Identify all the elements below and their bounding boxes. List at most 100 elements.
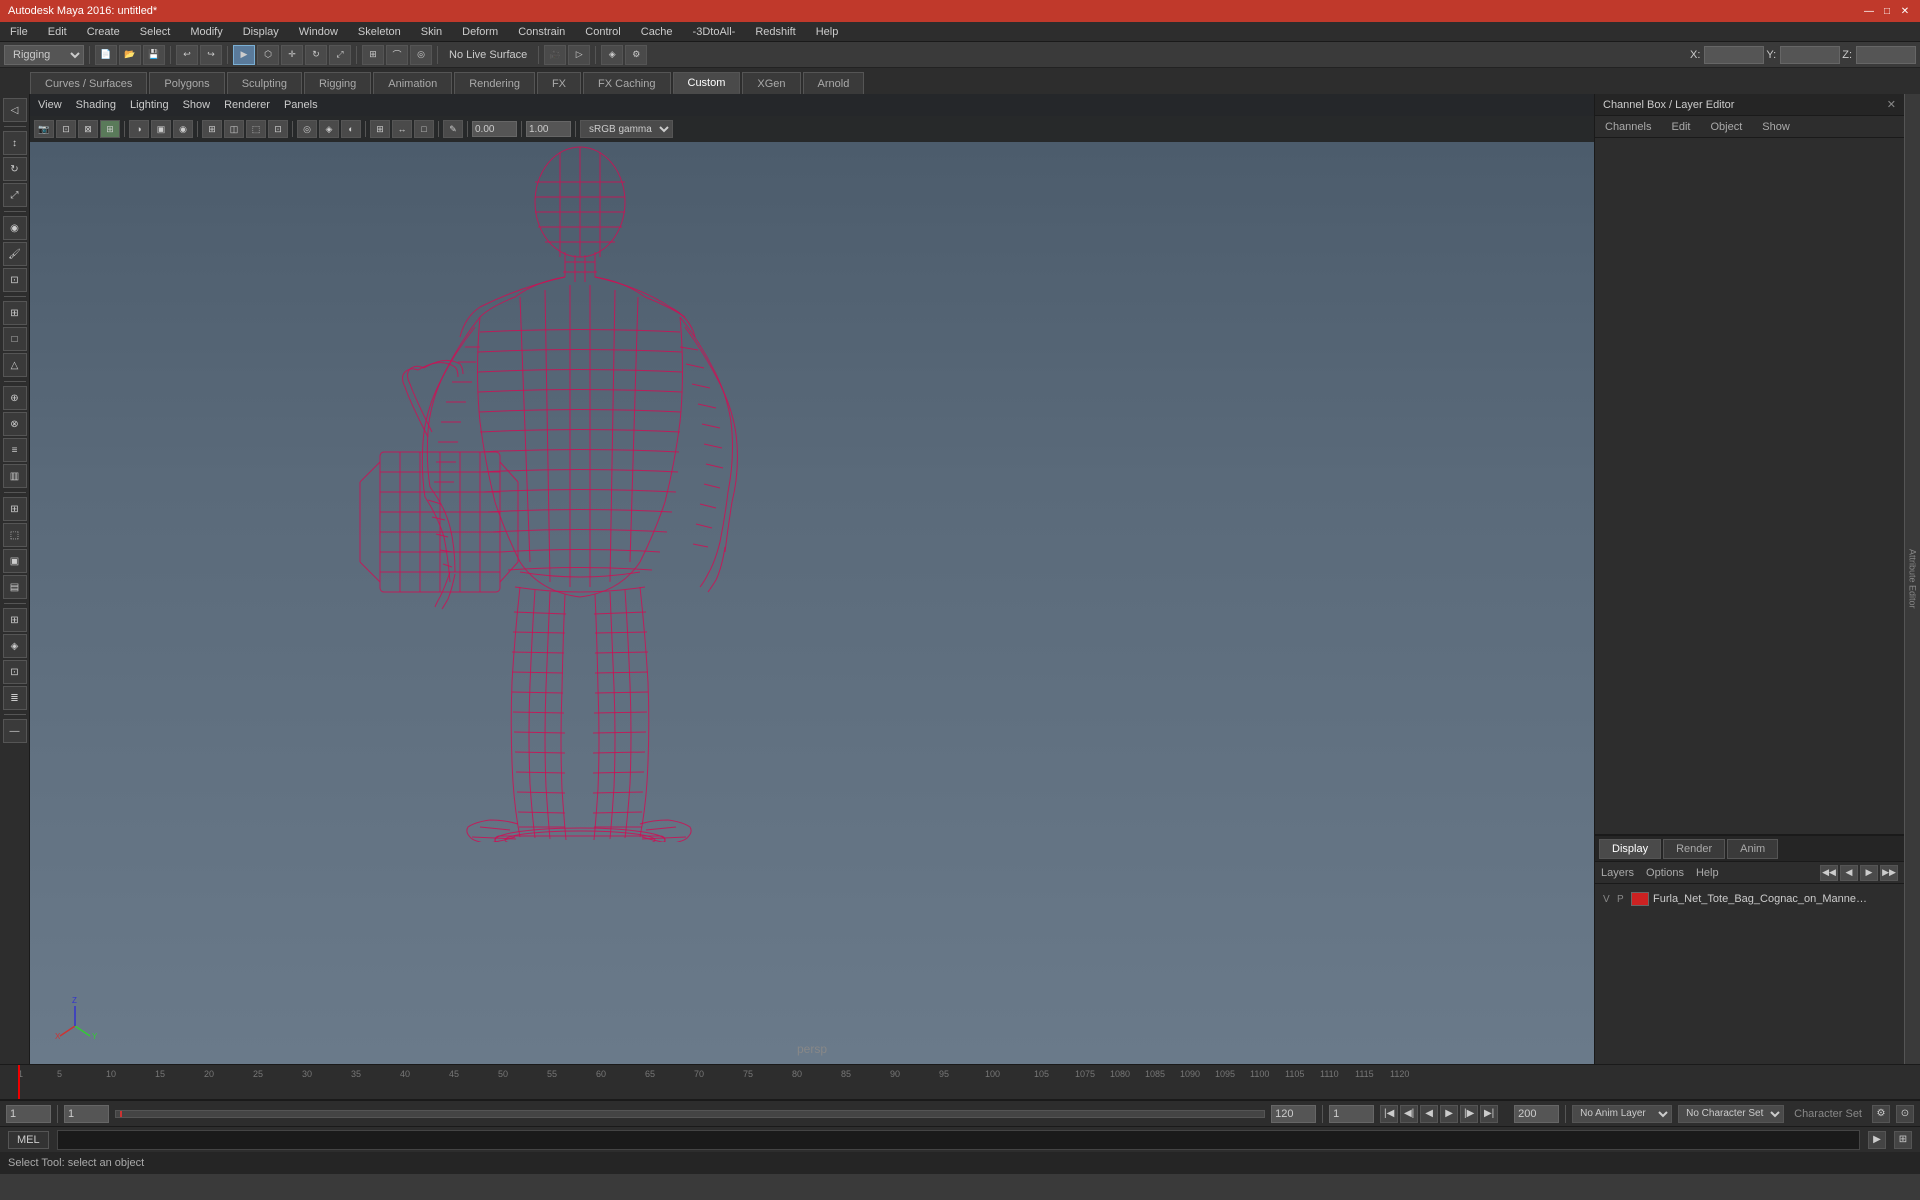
gamma-input[interactable] — [526, 121, 571, 137]
snap-point-button[interactable]: ◎ — [410, 45, 432, 65]
step-forward-button[interactable]: |▶ — [1460, 1105, 1478, 1123]
menu-help[interactable]: Help — [812, 24, 843, 40]
layer-p-flag[interactable]: P — [1617, 894, 1627, 905]
soft-select-button[interactable]: ◉ — [3, 216, 27, 240]
render-button[interactable]: 🎥 — [544, 45, 566, 65]
vp-frame-sel-button[interactable]: ⊠ — [78, 120, 98, 138]
layer-tab-anim[interactable]: Anim — [1727, 839, 1778, 859]
new-scene-button[interactable]: 📄 — [95, 45, 117, 65]
lt-btn-14[interactable]: ▤ — [3, 575, 27, 599]
tab-rigging[interactable]: Rigging — [304, 72, 371, 94]
menu-cache[interactable]: Cache — [637, 24, 677, 40]
auto-key-button[interactable]: ⊙ — [1896, 1105, 1914, 1123]
menu-window[interactable]: Window — [295, 24, 342, 40]
menu-modify[interactable]: Modify — [186, 24, 226, 40]
lt-btn-10[interactable]: ▥ — [3, 464, 27, 488]
tab-fx[interactable]: FX — [537, 72, 581, 94]
layers-menu[interactable]: Layers — [1601, 867, 1634, 879]
options-menu[interactable]: Options — [1646, 867, 1684, 879]
snap-to-grid-button[interactable]: ⊞ — [3, 301, 27, 325]
cb-tab-channels[interactable]: Channels — [1599, 119, 1657, 135]
rotate-mode-button[interactable]: ↻ — [3, 157, 27, 181]
vp-ambient-button[interactable]: ◉ — [173, 120, 193, 138]
layer-back-button[interactable]: ◀ — [1840, 865, 1858, 881]
move-mode-button[interactable]: ↕ — [3, 131, 27, 155]
workspace-dropdown[interactable]: Rigging Modeling Animation — [4, 45, 84, 65]
undo-button[interactable]: ↩ — [176, 45, 198, 65]
close-button[interactable]: ✕ — [1898, 4, 1912, 18]
tab-polygons[interactable]: Polygons — [149, 72, 224, 94]
select-mode-button[interactable]: ◁ — [3, 98, 27, 122]
rotate-tool-button[interactable]: ↻ — [305, 45, 327, 65]
vp-paint-button[interactable]: ✎ — [443, 120, 463, 138]
show-hide-button[interactable]: ◈ — [601, 45, 623, 65]
layer-tab-render[interactable]: Render — [1663, 839, 1725, 859]
anim-start-input[interactable] — [1329, 1105, 1374, 1123]
goto-end-button[interactable]: ▶| — [1480, 1105, 1498, 1123]
restore-button[interactable]: □ — [1880, 4, 1894, 18]
scale-mode-button[interactable]: ⤢ — [3, 183, 27, 207]
lt-btn-16[interactable]: ◈ — [3, 634, 27, 658]
start-range-input[interactable] — [64, 1105, 109, 1123]
lt-btn-13[interactable]: ▣ — [3, 549, 27, 573]
channel-box-close-icon[interactable]: ✕ — [1887, 98, 1896, 111]
tab-arnold[interactable]: Arnold — [803, 72, 865, 94]
menu-3dtoall[interactable]: -3DtoAll- — [689, 24, 740, 40]
vp-menu-shading[interactable]: Shading — [76, 99, 116, 111]
lt-btn-7[interactable]: ⊕ — [3, 386, 27, 410]
lt-btn-9[interactable]: ≡ — [3, 438, 27, 462]
options-button[interactable]: ⚙ — [625, 45, 647, 65]
save-file-button[interactable]: 💾 — [143, 45, 165, 65]
lt-btn-11[interactable]: ⊞ — [3, 497, 27, 521]
tab-custom[interactable]: Custom — [673, 72, 741, 94]
preferences-button[interactable]: ⚙ — [1872, 1105, 1890, 1123]
tab-animation[interactable]: Animation — [373, 72, 452, 94]
mel-input[interactable] — [57, 1130, 1860, 1150]
vp-menu-show[interactable]: Show — [183, 99, 211, 111]
menu-select[interactable]: Select — [136, 24, 175, 40]
layer-prev-button[interactable]: ◀◀ — [1820, 865, 1838, 881]
lt-btn-19[interactable]: — — [3, 719, 27, 743]
current-frame-input[interactable] — [6, 1105, 51, 1123]
anim-end-input[interactable] — [1514, 1105, 1559, 1123]
menu-control[interactable]: Control — [581, 24, 624, 40]
vp-menu-renderer[interactable]: Renderer — [224, 99, 270, 111]
vp-wireframe-button[interactable]: ⊞ — [100, 120, 120, 138]
lt-btn-12[interactable]: ⬚ — [3, 523, 27, 547]
lt-btn-15[interactable]: ⊞ — [3, 608, 27, 632]
menu-display[interactable]: Display — [239, 24, 283, 40]
vp-menu-view[interactable]: View — [38, 99, 62, 111]
tab-curves-surfaces[interactable]: Curves / Surfaces — [30, 72, 147, 94]
redo-button[interactable]: ↪ — [200, 45, 222, 65]
layer-tab-display[interactable]: Display — [1599, 839, 1661, 859]
menu-skeleton[interactable]: Skeleton — [354, 24, 405, 40]
vp-camera-button[interactable]: 📷 — [34, 120, 54, 138]
y-input[interactable] — [1780, 46, 1840, 64]
cb-tab-show[interactable]: Show — [1756, 119, 1796, 135]
play-back-button[interactable]: ◀ — [1420, 1105, 1438, 1123]
layer-v-flag[interactable]: V — [1603, 894, 1613, 905]
tab-sculpting[interactable]: Sculpting — [227, 72, 302, 94]
layer-color-swatch-1[interactable] — [1631, 892, 1649, 906]
play-forward-button[interactable]: ▶ — [1440, 1105, 1458, 1123]
script-editor-button[interactable]: ⊞ — [1894, 1131, 1912, 1149]
menu-constrain[interactable]: Constrain — [514, 24, 569, 40]
cb-tab-object[interactable]: Object — [1704, 119, 1748, 135]
menu-deform[interactable]: Deform — [458, 24, 502, 40]
vp-grid-button[interactable]: ⊞ — [202, 120, 222, 138]
mel-label[interactable]: MEL — [8, 1131, 49, 1149]
lt-btn-5[interactable]: □ — [3, 327, 27, 351]
goto-start-button[interactable]: |◀ — [1380, 1105, 1398, 1123]
paint-weights-button[interactable]: 🖌 — [3, 242, 27, 266]
exposure-input[interactable] — [472, 121, 517, 137]
anim-layer-dropdown[interactable]: No Anim Layer — [1572, 1105, 1672, 1123]
vp-menu-panels[interactable]: Panels — [284, 99, 318, 111]
move-tool-button[interactable]: ✛ — [281, 45, 303, 65]
lt-btn-17[interactable]: ⊡ — [3, 660, 27, 684]
menu-edit[interactable]: Edit — [44, 24, 71, 40]
tab-fx-caching[interactable]: FX Caching — [583, 72, 670, 94]
select-tool-button[interactable]: ▶ — [233, 45, 255, 65]
cv-button[interactable]: ⊡ — [3, 268, 27, 292]
script-run-button[interactable]: ▶ — [1868, 1131, 1886, 1149]
tab-rendering[interactable]: Rendering — [454, 72, 535, 94]
